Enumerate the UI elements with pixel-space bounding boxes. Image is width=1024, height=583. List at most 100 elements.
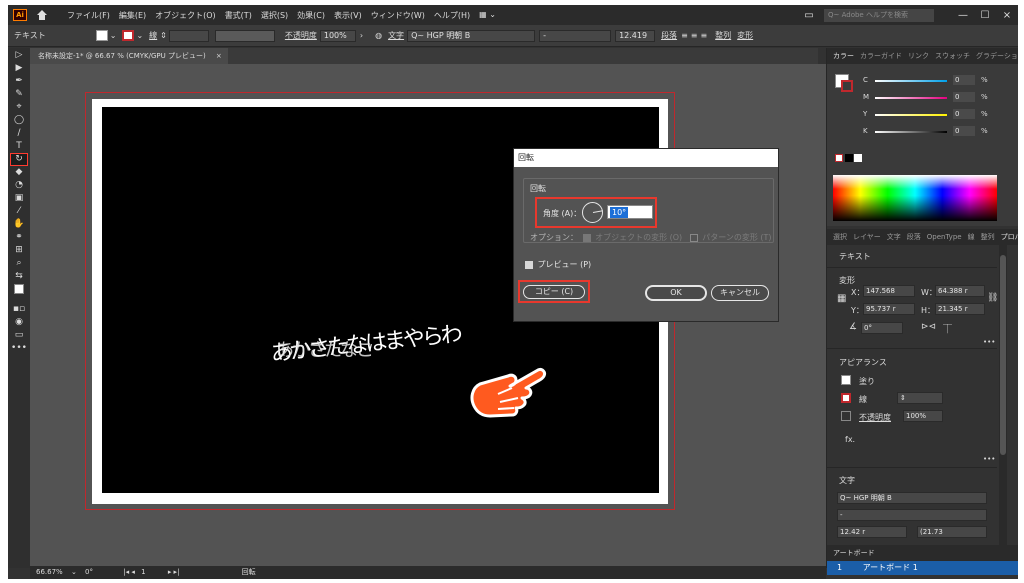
tab-character[interactable]: 文字	[887, 232, 901, 242]
variable-width-field[interactable]	[214, 29, 275, 42]
leading-field[interactable]: (21.73	[917, 526, 987, 538]
link-icon[interactable]: ⛓	[987, 293, 998, 303]
tab-layers[interactable]: レイヤー	[853, 232, 881, 242]
flip-vertical-icon[interactable]: ⏉	[943, 322, 952, 335]
black-slider[interactable]	[875, 131, 947, 133]
chevron-down-icon[interactable]: ⌄	[71, 568, 77, 576]
free-transform-icon[interactable]: ▣	[11, 193, 27, 204]
color-mode-icon[interactable]: ▪▫	[11, 304, 27, 315]
screen-mode-icon[interactable]: ▭	[11, 330, 27, 341]
tab-links[interactable]: リンク	[908, 51, 929, 61]
transform-objects-checkbox[interactable]	[582, 233, 591, 242]
tab-stroke[interactable]: 線	[968, 232, 975, 242]
more-options-icon[interactable]: •••	[983, 455, 995, 463]
curvature-tool-icon[interactable]: ✎	[11, 89, 27, 100]
stepper-icon[interactable]: ⇕	[160, 31, 167, 40]
artboard-field[interactable]: 1	[141, 568, 145, 576]
y-field[interactable]: 95.737 r	[863, 303, 915, 315]
rotation-field[interactable]: 0°	[85, 568, 93, 576]
menu-effect[interactable]: 効果(C)	[297, 10, 325, 21]
flip-horizontal-icon[interactable]: ⊳⊲	[921, 322, 936, 332]
black-value[interactable]: 0	[953, 126, 975, 136]
chevron-down-icon[interactable]: ⌄	[136, 31, 143, 40]
align-right-icon[interactable]: ≡	[700, 31, 707, 40]
copy-button[interactable]: コピー (C)	[523, 285, 585, 299]
fill-swatch-small[interactable]	[841, 375, 851, 385]
align-label[interactable]: 整列	[715, 30, 731, 41]
opacity-label[interactable]: 不透明度	[859, 412, 891, 423]
menu-view[interactable]: 表示(V)	[334, 10, 362, 21]
minimize-button[interactable]: —	[952, 10, 974, 21]
angle-dial[interactable]	[582, 202, 603, 223]
tab-selection[interactable]: 選択	[833, 232, 847, 242]
type-tool-icon[interactable]: T	[11, 141, 27, 152]
menu-select[interactable]: 選択(S)	[261, 10, 288, 21]
draw-mode-icon[interactable]: ◉	[11, 317, 27, 328]
workspace-icon[interactable]: ▭	[798, 10, 820, 21]
tab-swatches[interactable]: スウォッチ	[935, 51, 970, 61]
tab-color[interactable]: カラー	[833, 51, 854, 61]
tab-opentype[interactable]: OpenType	[927, 233, 962, 241]
preview-checkbox[interactable]	[525, 260, 533, 269]
cyan-slider[interactable]	[875, 80, 947, 82]
magenta-value[interactable]: 0	[953, 92, 975, 102]
recolor-icon[interactable]: ◍	[375, 31, 382, 40]
font-style-field[interactable]: -	[539, 29, 612, 42]
selection-tool-icon[interactable]: ▷	[11, 50, 27, 61]
artboard-tool-icon[interactable]: ⊞	[11, 245, 27, 256]
puppet-warp-icon[interactable]: ✋	[11, 219, 27, 230]
chevron-right-icon[interactable]: ›	[360, 31, 363, 40]
close-button[interactable]: ×	[996, 10, 1018, 21]
menu-window[interactable]: ウィンドウ(W)	[371, 10, 425, 21]
menu-type[interactable]: 書式(T)	[225, 10, 252, 21]
stroke-color-swatch[interactable]	[841, 80, 853, 92]
tab-gradient[interactable]: グラデーション	[976, 51, 1018, 61]
anchor-tool-icon[interactable]: ⌖	[11, 102, 27, 113]
document-tab[interactable]: 名称未設定-1* @ 66.67 % (CMYK/GPU プレビュー) ×	[30, 48, 228, 64]
rotated-text-copy[interactable]: あかさたなこ	[276, 336, 374, 362]
swap-colors-icon[interactable]: ⇆	[11, 271, 27, 282]
artboard-nav-icon[interactable]: |◂ ◂	[123, 568, 135, 576]
none-swatch-icon[interactable]	[835, 154, 843, 162]
opacity-label[interactable]: 不透明度	[285, 30, 317, 41]
rotate-field[interactable]: 0°	[861, 322, 903, 334]
tab-color-guide[interactable]: カラーガイド	[860, 51, 902, 61]
stroke-label[interactable]: 線	[149, 30, 157, 41]
stroke-swatch-small[interactable]	[841, 393, 851, 403]
x-field[interactable]: 147.568	[863, 285, 915, 297]
ok-button[interactable]: OK	[645, 285, 707, 301]
artboards-panel-header[interactable]: アートボード	[827, 545, 1018, 561]
align-left-icon[interactable]: ≡	[681, 31, 688, 40]
align-center-icon[interactable]: ≡	[691, 31, 698, 40]
fill-swatch[interactable]	[95, 30, 108, 41]
rotate-tool-icon[interactable]: ↻	[10, 153, 28, 166]
fill-stroke-icon[interactable]	[11, 284, 27, 302]
menu-file[interactable]: ファイル(F)	[67, 10, 110, 21]
chevron-down-icon[interactable]: ⌄	[110, 31, 117, 40]
font-size-field[interactable]: 12.42 r	[837, 526, 907, 538]
eyedropper-tool-icon[interactable]: ⁄	[11, 206, 27, 217]
menu-object[interactable]: オブジェクト(O)	[155, 10, 216, 21]
tab-properties[interactable]: プロパティ	[1001, 232, 1018, 242]
zoom-tool-icon[interactable]: ⌕	[11, 258, 27, 269]
angle-input[interactable]: 10°	[607, 205, 653, 219]
color-spectrum[interactable]	[833, 175, 997, 221]
opacity-field[interactable]: 100%	[319, 29, 356, 42]
transform-patterns-checkbox[interactable]	[689, 233, 698, 242]
brush-tool-icon[interactable]: ∕	[11, 128, 27, 139]
scroll-thumb[interactable]	[1000, 255, 1006, 455]
home-icon[interactable]	[37, 10, 47, 20]
ellipse-tool-icon[interactable]: ◯	[11, 115, 27, 126]
opacity-field[interactable]: 100%	[903, 410, 943, 422]
menu-edit[interactable]: 編集(E)	[119, 10, 146, 21]
font-family-field[interactable]: Q~ HGP 明朝 B	[407, 29, 536, 42]
blend-tool-icon[interactable]: ⚭	[11, 232, 27, 243]
stroke-weight-field[interactable]: ⇕	[897, 392, 943, 404]
properties-scrollbar[interactable]	[999, 245, 1007, 545]
paragraph-label[interactable]: 段落	[661, 30, 677, 41]
cyan-value[interactable]: 0	[953, 75, 975, 85]
yellow-slider[interactable]	[875, 114, 947, 116]
font-family-field[interactable]: Q~ HGP 明朝 B	[837, 492, 987, 504]
fx-icon[interactable]: fx.	[845, 435, 855, 444]
magenta-slider[interactable]	[875, 97, 947, 99]
